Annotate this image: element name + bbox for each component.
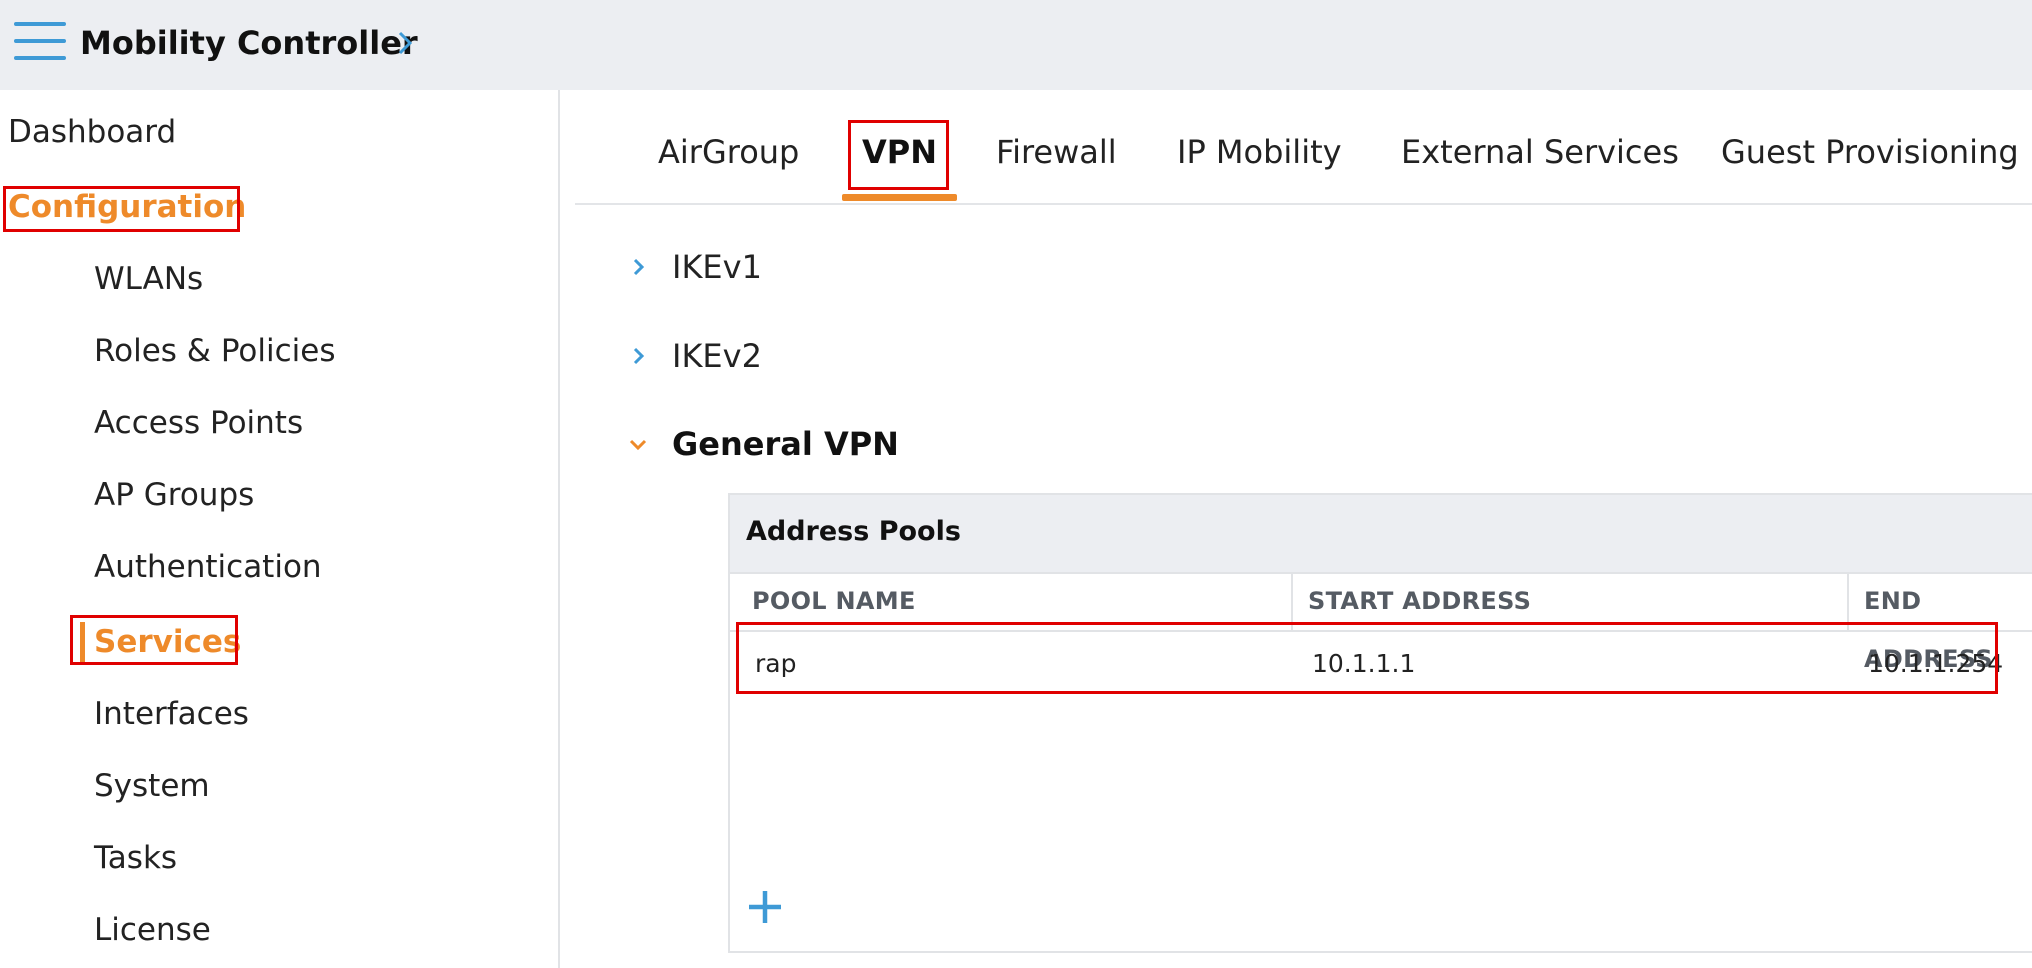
sidebar-item-roles-policies[interactable]: Roles & Policies	[94, 331, 336, 371]
hamburger-menu-icon[interactable]	[14, 22, 66, 62]
sidebar-item-access-points[interactable]: Access Points	[94, 403, 303, 443]
chevron-right-icon[interactable]	[629, 346, 649, 366]
section-ikev1[interactable]: IKEv1	[672, 245, 762, 289]
tab-external-services[interactable]: External Services	[1401, 130, 1679, 174]
tab-guest-provisioning[interactable]: Guest Provisioning	[1721, 130, 2019, 174]
cell-end-address: 10.1.1.254	[1868, 649, 2004, 678]
sidebar-item-interfaces[interactable]: Interfaces	[94, 694, 249, 734]
column-divider	[1291, 572, 1293, 630]
column-header-pool-name[interactable]: POOL NAME	[752, 572, 916, 630]
column-header-end-address[interactable]: END ADDRESS	[1864, 572, 2032, 673]
app-title[interactable]: Mobility Controller	[80, 20, 418, 66]
sidebar-item-ap-groups[interactable]: AP Groups	[94, 475, 254, 515]
section-general-vpn[interactable]: General VPN	[672, 422, 899, 466]
chevron-down-icon[interactable]	[628, 435, 648, 455]
table-header: POOL NAME START ADDRESS END ADDRESS	[730, 572, 2032, 673]
sidebar-nav: Dashboard Configuration WLANs Roles & Po…	[0, 90, 560, 968]
table-row[interactable]: rap 10.1.1.1 10.1.1.254	[730, 632, 2032, 696]
panel-title: Address Pools	[746, 516, 961, 547]
column-header-start-address[interactable]: START ADDRESS	[1308, 572, 1531, 630]
address-pools-panel: Address Pools POOL NAME START ADDRESS EN…	[728, 493, 2032, 953]
sidebar-item-dashboard[interactable]: Dashboard	[8, 112, 176, 152]
tab-bar: AirGroup VPN Firewall IP Mobility Extern…	[575, 90, 2032, 205]
active-indicator	[80, 622, 85, 662]
chevron-right-icon[interactable]	[629, 257, 649, 277]
active-tab-underline	[842, 194, 957, 201]
sidebar-item-services[interactable]: Services	[94, 622, 241, 662]
top-bar: Mobility Controller	[0, 0, 2032, 90]
chevron-right-icon[interactable]	[395, 28, 415, 58]
sidebar-item-tasks[interactable]: Tasks	[94, 838, 177, 878]
sidebar-item-authentication[interactable]: Authentication	[94, 547, 322, 587]
column-divider	[1847, 572, 1849, 630]
sidebar-item-configuration[interactable]: Configuration	[8, 187, 246, 227]
cell-start-address: 10.1.1.1	[1312, 649, 1416, 678]
panel-header: Address Pools	[730, 495, 2032, 574]
section-ikev2[interactable]: IKEv2	[672, 334, 762, 378]
sidebar-item-license[interactable]: License	[94, 910, 211, 950]
cell-pool-name: rap	[755, 649, 797, 678]
tab-vpn[interactable]: VPN	[862, 130, 937, 174]
sidebar-item-system[interactable]: System	[94, 766, 210, 806]
tab-airgroup[interactable]: AirGroup	[658, 130, 799, 174]
plus-icon[interactable]	[746, 888, 784, 926]
tab-firewall[interactable]: Firewall	[996, 130, 1117, 174]
tab-ip-mobility[interactable]: IP Mobility	[1177, 130, 1342, 174]
sidebar-item-wlans[interactable]: WLANs	[94, 259, 203, 299]
